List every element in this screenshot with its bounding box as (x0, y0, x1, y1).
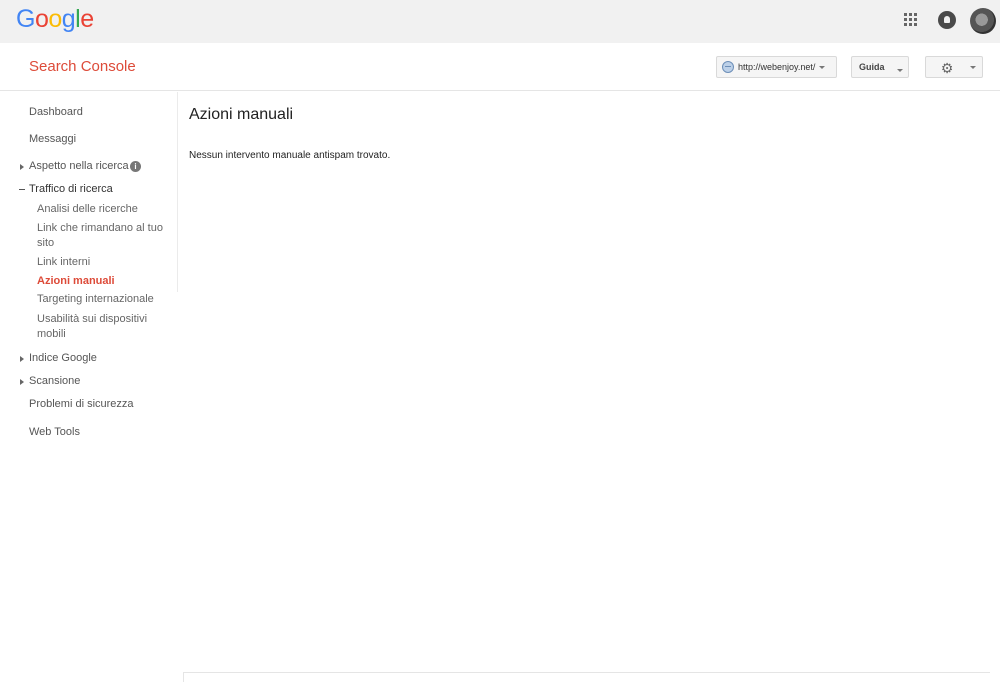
sidebar-item-search-appearance[interactable]: Aspetto nella ricerca (20, 160, 129, 172)
sidebar-item-label: Indice Google (29, 352, 97, 364)
sidebar-item-dashboard[interactable]: Dashboard (29, 106, 83, 118)
notifications-icon[interactable] (938, 11, 956, 29)
help-button[interactable]: Guida (851, 56, 909, 78)
sidebar-item-label: Traffico di ricerca (29, 183, 113, 195)
settings-button[interactable]: ⚙ (925, 56, 983, 78)
help-label: Guida (859, 62, 885, 72)
footer-divider (183, 672, 184, 682)
site-selector-label: http://webenjoy.net/ (738, 62, 816, 72)
expand-arrow-icon (20, 379, 24, 385)
info-icon[interactable]: i (130, 161, 141, 172)
chevron-down-icon (819, 65, 826, 69)
console-header: Search Console http://webenjoy.net/ Guid… (0, 43, 1000, 91)
sidebar-item-label: Aspetto nella ricerca (29, 160, 129, 172)
status-message: Nessun intervento manuale antispam trova… (189, 150, 391, 161)
site-selector[interactable]: http://webenjoy.net/ (716, 56, 837, 78)
sidebar-subitem-international-targeting[interactable]: Targeting internazionale (37, 293, 154, 305)
globe-icon (722, 61, 734, 73)
page-title: Azioni manuali (189, 106, 294, 123)
sidebar-item-search-traffic[interactable]: Traffico di ricerca (19, 183, 113, 195)
sidebar-item-messages[interactable]: Messaggi (29, 133, 76, 145)
google-bar: Google (0, 0, 1000, 43)
sidebar-item-crawl[interactable]: Scansione (20, 375, 81, 387)
sidebar-subitem-manual-actions[interactable]: Azioni manuali (37, 275, 115, 287)
expand-arrow-icon (20, 164, 24, 170)
logo-letter: G (16, 5, 35, 33)
sidebar-item-label: Scansione (29, 375, 81, 387)
sidebar-item-web-tools[interactable]: Web Tools (29, 426, 80, 438)
apps-icon[interactable] (904, 13, 918, 27)
logo-letter: o (48, 5, 62, 33)
sidebar-divider (177, 92, 178, 292)
sidebar-subitem-internal-links[interactable]: Link interni (37, 256, 90, 268)
avatar[interactable] (970, 8, 996, 34)
expand-arrow-icon (20, 356, 24, 362)
gear-icon: ⚙ (940, 60, 954, 76)
sidebar-subitem-links-to-site[interactable]: Link che rimandano al tuo sito (37, 221, 167, 251)
chevron-down-icon (897, 69, 903, 72)
sidebar-subitem-mobile-usability[interactable]: Usabilità sui dispositivi mobili (37, 312, 157, 342)
chevron-down-icon (970, 66, 976, 69)
google-logo[interactable]: Google (16, 5, 94, 34)
logo-letter: e (80, 5, 94, 33)
product-title[interactable]: Search Console (29, 58, 136, 75)
collapse-icon (19, 189, 25, 190)
sidebar-item-security-issues[interactable]: Problemi di sicurezza (29, 398, 134, 410)
sidebar-subitem-search-analytics[interactable]: Analisi delle ricerche (37, 203, 138, 215)
footer-divider (183, 672, 990, 673)
logo-letter: o (34, 5, 49, 33)
logo-letter: g (61, 5, 76, 33)
sidebar-item-google-index[interactable]: Indice Google (20, 352, 97, 364)
